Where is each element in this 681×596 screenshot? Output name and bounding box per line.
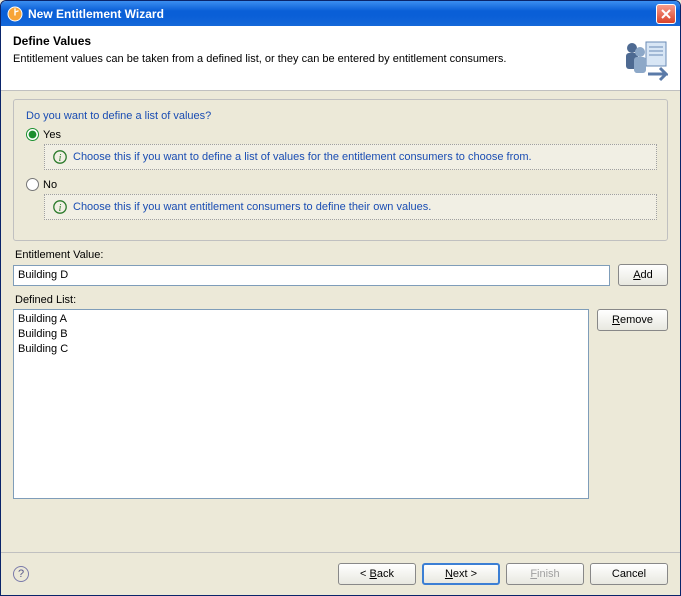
info-yes: i Choose this if you want to define a li… (44, 144, 657, 170)
group-question: Do you want to define a list of values? (26, 110, 655, 122)
remove-button-rest: emove (620, 314, 653, 326)
back-button[interactable]: < Back (338, 563, 416, 585)
radio-no[interactable]: No (26, 178, 655, 191)
radio-no-label: No (43, 179, 57, 191)
help-icon[interactable]: ? (13, 566, 29, 582)
entitlement-value-input[interactable] (13, 265, 610, 286)
radio-yes-input[interactable] (26, 128, 39, 141)
app-icon (7, 6, 23, 22)
remove-button[interactable]: Remove (597, 309, 668, 331)
list-item[interactable]: Building A (18, 312, 584, 327)
close-button[interactable] (656, 4, 676, 24)
info-icon: i (53, 200, 67, 214)
info-no-text: Choose this if you want entitlement cons… (73, 201, 431, 213)
finish-button[interactable]: Finish (506, 563, 584, 585)
page-title: Define Values (13, 34, 610, 48)
entitlement-value-label: Entitlement Value: (15, 249, 666, 261)
radio-no-input[interactable] (26, 178, 39, 191)
list-item[interactable]: Building B (18, 327, 584, 342)
wizard-banner-icon (618, 34, 668, 84)
list-item[interactable]: Building C (18, 342, 584, 357)
wizard-header: Define Values Entitlement values can be … (1, 26, 680, 91)
wizard-window: New Entitlement Wizard Define Values Ent… (0, 0, 681, 596)
radio-yes-label: Yes (43, 129, 61, 141)
values-question-group: Do you want to define a list of values? … (13, 99, 668, 241)
wizard-content: Do you want to define a list of values? … (1, 91, 680, 511)
info-yes-text: Choose this if you want to define a list… (73, 151, 532, 163)
defined-list[interactable]: Building ABuilding BBuilding C (13, 309, 589, 499)
radio-yes[interactable]: Yes (26, 128, 655, 141)
page-description: Entitlement values can be taken from a d… (13, 53, 610, 65)
titlebar: New Entitlement Wizard (1, 1, 680, 26)
info-no: i Choose this if you want entitlement co… (44, 194, 657, 220)
add-button[interactable]: Add (618, 264, 668, 286)
cancel-button[interactable]: Cancel (590, 563, 668, 585)
svg-text:i: i (59, 153, 62, 164)
info-icon: i (53, 150, 67, 164)
next-button[interactable]: Next > (422, 563, 500, 585)
window-title: New Entitlement Wizard (28, 7, 656, 21)
svg-text:i: i (59, 203, 62, 214)
add-button-rest: dd (641, 269, 653, 281)
defined-list-label: Defined List: (15, 294, 666, 306)
wizard-button-bar: ? < Back Next > Finish Cancel (1, 552, 680, 595)
